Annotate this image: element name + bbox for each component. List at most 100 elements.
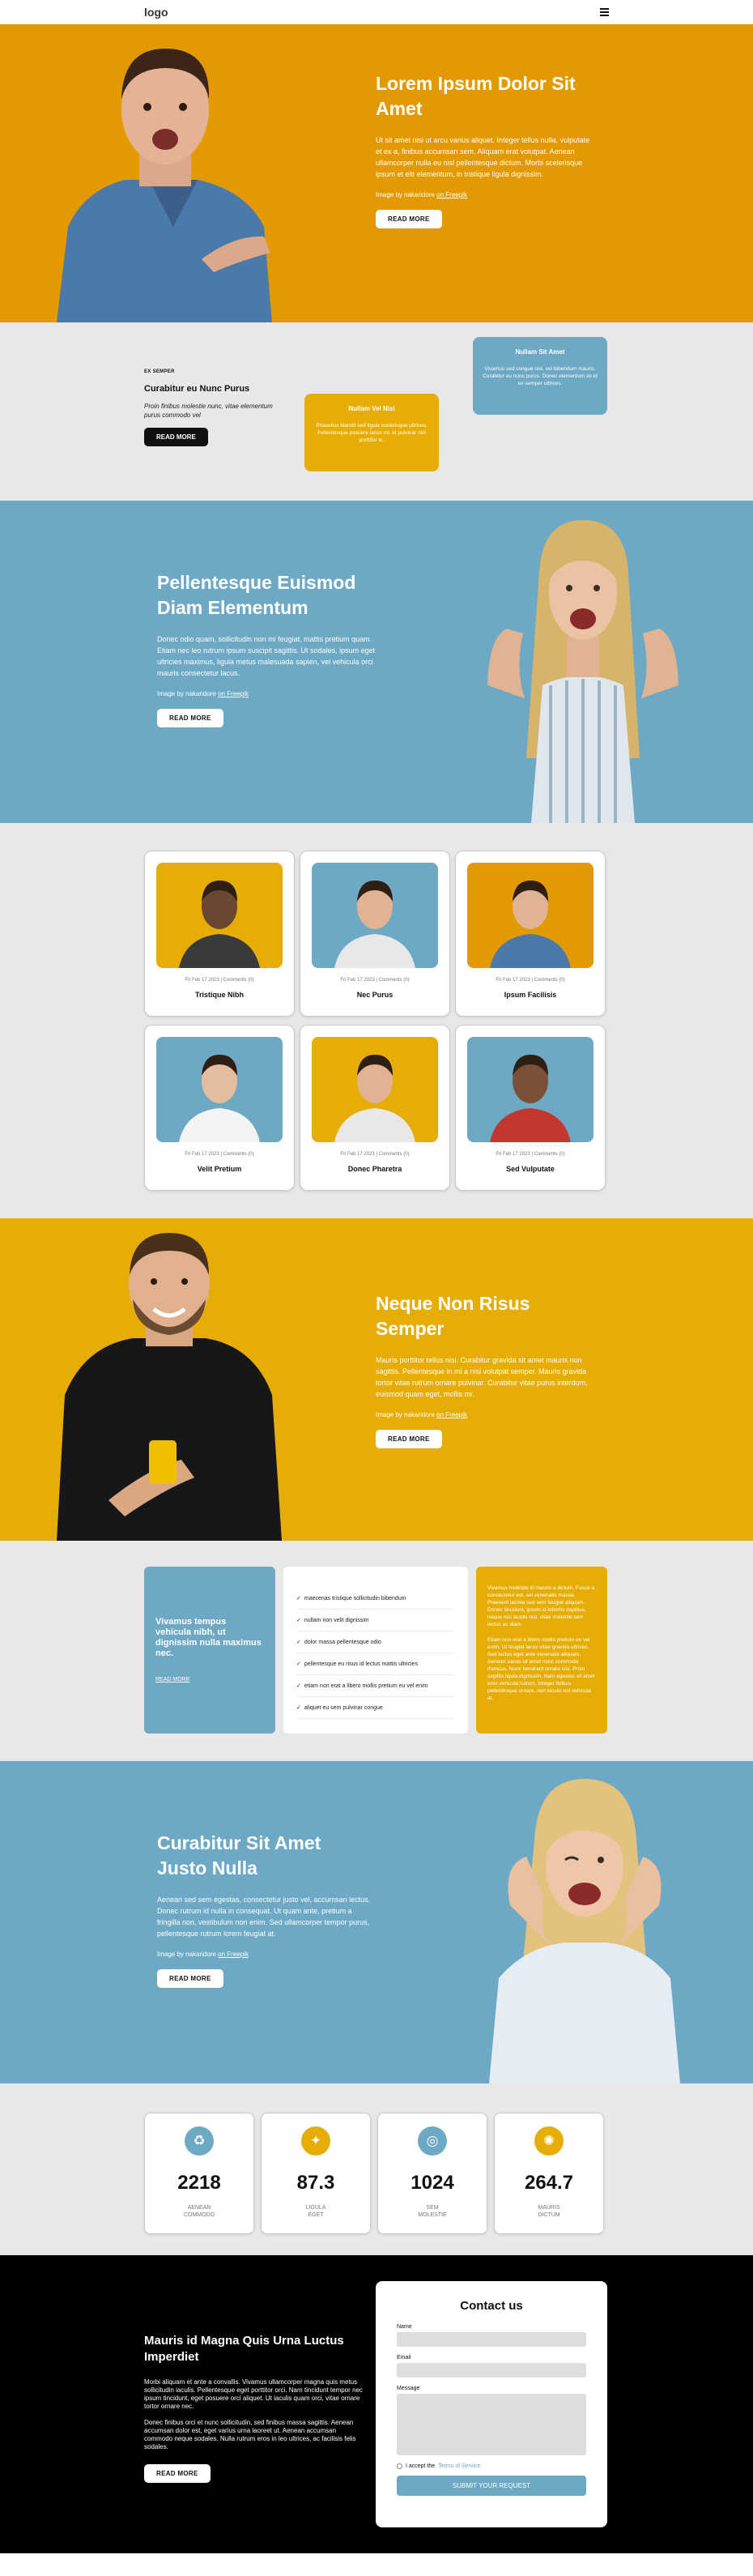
post-meta: Fri Feb 17 2023 | Comments (0) xyxy=(496,1152,565,1157)
woman-celebrating-image xyxy=(474,515,691,823)
contact-read-more-button[interactable]: READ MORE xyxy=(144,2464,211,2483)
hero-4-text: Curabitur Sit Amet Justo Nulla Aenean se… xyxy=(157,1831,376,1988)
post-title[interactable]: Tristique Nibh xyxy=(156,991,283,999)
terms-checkbox[interactable] xyxy=(397,2463,402,2469)
contact-form-title: Contact us xyxy=(460,2299,523,2313)
checklist-item: ✓ etiam non erat a libero mollis pretium … xyxy=(296,1675,455,1697)
post-title[interactable]: Ipsum Facilisis xyxy=(467,991,593,999)
hero-1-body: Ut sit amet nisi ut arcu varius aliquet.… xyxy=(376,136,590,178)
name-input[interactable] xyxy=(397,2332,586,2347)
stats-section: ♻ 2218 AENEAN COMMODO ✦ 87.3 LIGULA EGET ◎ 1024 SE… xyxy=(0,2083,753,2255)
card-text: Phasellus blandit sed ligula scelerisque… xyxy=(316,423,428,443)
stat-value: 264.7 xyxy=(524,2172,574,2194)
hero-2-text: Pellentesque Euismod Diam Elementum Done… xyxy=(157,570,377,727)
list-intro-title: Vivamus tempus vehicula nibh, ut digniss… xyxy=(155,1617,262,1658)
card-title: Nullam Sit Amet xyxy=(515,348,565,356)
checklist-item-text: dolor massa pellentesque odio xyxy=(304,1640,381,1645)
checklist-item-text: nullam non velit dignissim xyxy=(304,1618,369,1623)
check-icon: ✓ xyxy=(296,1705,301,1711)
list-intro-card: Vivamus tempus vehicula nibh, ut digniss… xyxy=(144,1567,275,1734)
post-card[interactable]: Fri Feb 17 2023 | Comments (0) Nec Purus xyxy=(300,851,450,1017)
post-card[interactable]: Fri Feb 17 2023 | Comments (0) Tristique … xyxy=(144,851,295,1017)
checklist-item-text: aliquet eu sem pulvinar congue xyxy=(304,1705,383,1711)
check-icon: ✓ xyxy=(296,1596,301,1601)
card-title: Nullam Vel Nisl xyxy=(348,405,395,412)
checklist: ✓ maecenas tristique sollicitudin bibendu… xyxy=(296,1588,455,1719)
features-tag: EX SEMPER xyxy=(144,369,175,374)
hero-4-body: Aenean sed sem egestas, consectetur just… xyxy=(157,1896,371,1938)
message-textarea[interactable] xyxy=(397,2394,586,2455)
terms-link[interactable]: Terms of Service xyxy=(438,2463,480,2469)
post-meta: Fri Feb 17 2023 | Comments (0) xyxy=(340,1152,410,1157)
lists-section: Vivamus tempus vehicula nibh, ut digniss… xyxy=(0,1541,753,1761)
man-pointing-image xyxy=(52,24,279,322)
stat-label: MAURIS DICTUM xyxy=(538,2205,560,2218)
card-nullam-vel-nisl: Nullam Vel Nisl Phasellus blandit sed li… xyxy=(304,394,439,471)
lightbulb-icon: ✦ xyxy=(301,2126,330,2156)
post-image xyxy=(467,1037,593,1142)
list-intro-read-more-link[interactable]: READ MORE xyxy=(155,1677,189,1683)
email-input[interactable] xyxy=(397,2363,586,2378)
hero-2-body: Donec odio quam, sollicitudin non mi feu… xyxy=(157,635,376,677)
post-card[interactable]: Fri Feb 17 2023 | Comments (0) Velit Pret… xyxy=(144,1025,295,1191)
card-nullam-sit-amet: Nullam Sit Amet Vivamus sed congue nisi,… xyxy=(473,337,607,415)
hero-section-4: Curabitur Sit Amet Justo Nulla Aenean se… xyxy=(0,1761,753,2083)
freepik-link[interactable]: on Freepik xyxy=(218,690,249,697)
hamburger-menu-icon[interactable] xyxy=(600,8,609,16)
features-read-more-button[interactable]: READ MORE xyxy=(144,428,208,446)
features-title: Curabitur eu Nunc Purus xyxy=(144,384,250,394)
features-intro: EX SEMPER Curabitur eu Nunc Purus Proin … xyxy=(144,369,282,446)
stat-card: ◎ 1024 SEM MOLESTIE xyxy=(377,2113,487,2234)
target-icon: ◎ xyxy=(418,2126,447,2156)
hero-1-read-more-button[interactable]: READ MORE xyxy=(376,210,442,228)
post-card[interactable]: Fri Feb 17 2023 | Comments (0) Donec Phar… xyxy=(300,1025,450,1191)
logo[interactable]: logo xyxy=(144,6,168,19)
posts-grid: Fri Feb 17 2023 | Comments (0) Tristique … xyxy=(144,851,606,1191)
contact-intro-paragraph-1: Morbi aliquam et ante a convallis. Vivam… xyxy=(144,2378,363,2410)
freepik-link[interactable]: on Freepik xyxy=(436,191,467,198)
features-text: Proin finibus molestie nunc, vitae eleme… xyxy=(144,403,273,419)
submit-button[interactable]: SUBMIT YOUR REQUEST xyxy=(397,2476,586,2496)
checklist-item: ✓ nullam non velit dignissim xyxy=(296,1610,455,1631)
hero-1-credit: Image by nakaridore on Freepik xyxy=(376,191,467,198)
hero-3-title: Neque Non Risus Semper xyxy=(376,1293,530,1339)
post-meta: Fri Feb 17 2023 | Comments (0) xyxy=(340,978,410,983)
checklist-item: ✓ pellentesque eu risus id lectus mattis … xyxy=(296,1653,455,1675)
post-card[interactable]: Fri Feb 17 2023 | Comments (0) Sed Vulput… xyxy=(455,1025,606,1191)
post-image xyxy=(156,1037,283,1142)
post-meta: Fri Feb 17 2023 | Comments (0) xyxy=(185,978,254,983)
checklist-item: ✓ maecenas tristique sollicitudin bibendu… xyxy=(296,1588,455,1610)
hero-3-text: Neque Non Risus Semper Mauris porttitor … xyxy=(376,1291,594,1448)
post-meta: Fri Feb 17 2023 | Comments (0) xyxy=(496,978,565,983)
stat-value: 87.3 xyxy=(296,2172,335,2194)
hero-4-read-more-button[interactable]: READ MORE xyxy=(157,1969,223,1988)
stat-value: 1024 xyxy=(411,2172,454,2194)
stat-label: AENEAN COMMODO xyxy=(183,2205,215,2218)
check-icon: ✓ xyxy=(296,1640,301,1645)
checklist-item: ✓ aliquet eu sem pulvinar congue xyxy=(296,1697,455,1719)
post-image xyxy=(467,863,593,968)
stat-label: LIGULA EGET xyxy=(305,2205,326,2218)
freepik-link[interactable]: on Freepik xyxy=(436,1411,467,1418)
post-image xyxy=(312,863,438,968)
checklist-item-text: maecenas tristique sollicitudin bibendum xyxy=(304,1596,406,1601)
post-title[interactable]: Nec Purus xyxy=(312,991,438,999)
checklist-card: ✓ maecenas tristique sollicitudin bibendu… xyxy=(283,1567,468,1734)
post-card[interactable]: Fri Feb 17 2023 | Comments (0) Ipsum Faci… xyxy=(455,851,606,1017)
hero-2-credit: Image by nakaridore on Freepik xyxy=(157,690,249,697)
post-title[interactable]: Donec Pharetra xyxy=(312,1165,438,1173)
hero-3-read-more-button[interactable]: READ MORE xyxy=(376,1430,442,1448)
hero-2-read-more-button[interactable]: READ MORE xyxy=(157,709,223,727)
post-title[interactable]: Velit Pretium xyxy=(156,1165,283,1173)
terms-label: I accept the xyxy=(406,2463,436,2469)
man-with-phone-image xyxy=(52,1225,287,1541)
checklist-item: ✓ dolor massa pellentesque odio xyxy=(296,1631,455,1653)
stat-card: ✦ 87.3 LIGULA EGET xyxy=(261,2113,371,2234)
contact-intro-paragraph-2: Donec finibus orci et nunc sollicitudin,… xyxy=(144,2419,356,2450)
checklist-item-text: etiam non erat a libero mollis pretium e… xyxy=(304,1683,428,1689)
contact-intro: Mauris id Magna Quis Urna Luctus Imperdi… xyxy=(144,2333,363,2483)
hero-section-2: Pellentesque Euismod Diam Elementum Done… xyxy=(0,501,753,823)
post-title[interactable]: Sed Vulputate xyxy=(467,1165,593,1173)
freepik-link[interactable]: on Freepik xyxy=(218,1951,249,1958)
hero-1-title: Lorem Ipsum Dolor Sit Amet xyxy=(376,73,576,119)
